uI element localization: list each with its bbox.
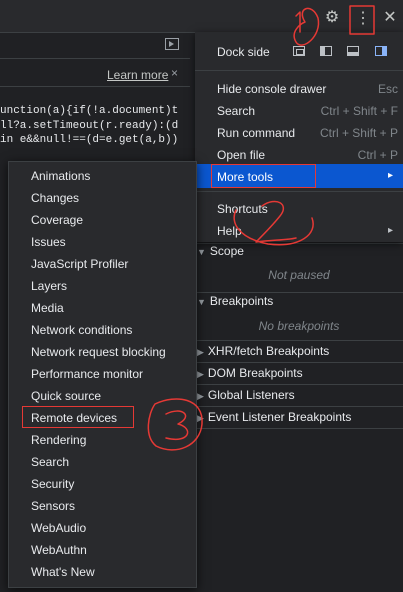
undock-icon[interactable] <box>293 46 305 56</box>
submenu-item-webauthn[interactable]: WebAuthn <box>31 543 87 557</box>
divider <box>195 406 403 407</box>
divider <box>195 292 403 293</box>
submenu-item-security[interactable]: Security <box>31 477 74 491</box>
menu-item-run-command[interactable]: Run command <box>217 126 295 140</box>
breakpoints-title: Breakpoints <box>209 294 274 308</box>
submenu-arrow-icon: ▸ <box>388 170 394 181</box>
menu-item-search[interactable]: Search <box>217 104 255 118</box>
dom-title: DOM Breakpoints <box>207 366 303 380</box>
dock-left-icon[interactable] <box>320 46 332 56</box>
submenu-item-network-conditions[interactable]: Network conditions <box>31 323 132 337</box>
xhr-breakpoints-header[interactable]: ▶ XHR/fetch Breakpoints <box>197 344 329 358</box>
devtools-toolbar <box>0 0 403 33</box>
global-title: Global Listeners <box>207 388 295 402</box>
submenu-item-javascript-profiler[interactable]: JavaScript Profiler <box>31 257 128 271</box>
dock-side-label: Dock side <box>217 45 270 59</box>
gear-icon[interactable]: ⚙ <box>322 8 342 28</box>
scope-pane-header[interactable]: ▼ Scope <box>197 244 244 258</box>
breakpoints-pane-header[interactable]: ▼ Breakpoints <box>197 294 273 308</box>
event-title: Event Listener Breakpoints <box>207 410 352 424</box>
submenu-item-whats-new[interactable]: What's New <box>31 565 95 579</box>
menu-separator <box>195 70 403 71</box>
code-line: unction(a){if(!a.document)t <box>0 105 179 117</box>
scope-status: Not paused <box>268 268 330 282</box>
submenu-item-sensors[interactable]: Sensors <box>31 499 75 513</box>
submenu-item-animations[interactable]: Animations <box>31 169 90 183</box>
menu-item-open-file[interactable]: Open file <box>217 148 265 162</box>
breakpoints-status: No breakpoints <box>258 319 340 333</box>
menu-separator <box>195 191 403 192</box>
customize-menu-button[interactable]: ⋮ <box>352 7 374 33</box>
dock-right-icon[interactable] <box>375 46 387 56</box>
close-icon[interactable]: ✕ <box>380 8 400 28</box>
shortcut-text: Ctrl + Shift + P <box>319 126 398 140</box>
menu-item-help[interactable]: Help <box>217 224 242 238</box>
editor-tab-bar <box>0 33 190 59</box>
code-line: in e&&null!==(d=e.get(a,b)) <box>0 134 179 146</box>
submenu-item-webaudio[interactable]: WebAudio <box>31 521 86 535</box>
shortcut-text: Esc <box>377 82 398 96</box>
divider <box>195 428 403 429</box>
collapsed-arrow-icon: ▶ <box>197 413 204 423</box>
toggle-navigator-icon[interactable] <box>165 38 179 50</box>
submenu-item-performance-monitor[interactable]: Performance monitor <box>31 367 143 381</box>
code-line: ll?a.setTimeout(r.ready):(d <box>0 120 179 132</box>
submenu-item-search[interactable]: Search <box>31 455 69 469</box>
divider <box>195 340 403 341</box>
expanded-arrow-icon: ▼ <box>197 247 206 257</box>
scope-title: Scope <box>209 244 244 258</box>
submenu-item-coverage[interactable]: Coverage <box>31 213 83 227</box>
divider <box>195 384 403 385</box>
dock-bottom-icon[interactable] <box>347 46 359 56</box>
expanded-arrow-icon: ▼ <box>197 297 206 307</box>
submenu-item-media[interactable]: Media <box>31 301 64 315</box>
submenu-item-quick-source[interactable]: Quick source <box>31 389 101 403</box>
collapsed-arrow-icon: ▶ <box>197 369 204 379</box>
submenu-item-changes[interactable]: Changes <box>31 191 79 205</box>
collapsed-arrow-icon: ▶ <box>197 347 204 357</box>
global-listeners-header[interactable]: ▶ Global Listeners <box>197 388 295 402</box>
submenu-item-rendering[interactable]: Rendering <box>31 433 86 447</box>
shortcut-text: Ctrl + P <box>357 148 398 162</box>
annotation-highlight-box <box>211 164 316 188</box>
submenu-item-layers[interactable]: Layers <box>31 279 67 293</box>
xhr-title: XHR/fetch Breakpoints <box>207 344 330 358</box>
divider <box>195 362 403 363</box>
annotation-highlight-box <box>22 406 134 428</box>
submenu-item-issues[interactable]: Issues <box>31 235 66 249</box>
submenu-arrow-icon: ▸ <box>388 225 394 236</box>
learn-more-link[interactable]: Learn more <box>107 68 168 82</box>
event-listener-breakpoints-header[interactable]: ▶ Event Listener Breakpoints <box>197 410 351 424</box>
close-icon[interactable]: × <box>171 66 178 80</box>
shortcut-text: Ctrl + Shift + F <box>320 104 398 118</box>
menu-item-shortcuts[interactable]: Shortcuts <box>217 202 268 216</box>
submenu-item-network-request-blocking[interactable]: Network request blocking <box>31 345 166 359</box>
dom-breakpoints-header[interactable]: ▶ DOM Breakpoints <box>197 366 303 380</box>
collapsed-arrow-icon: ▶ <box>197 391 204 401</box>
